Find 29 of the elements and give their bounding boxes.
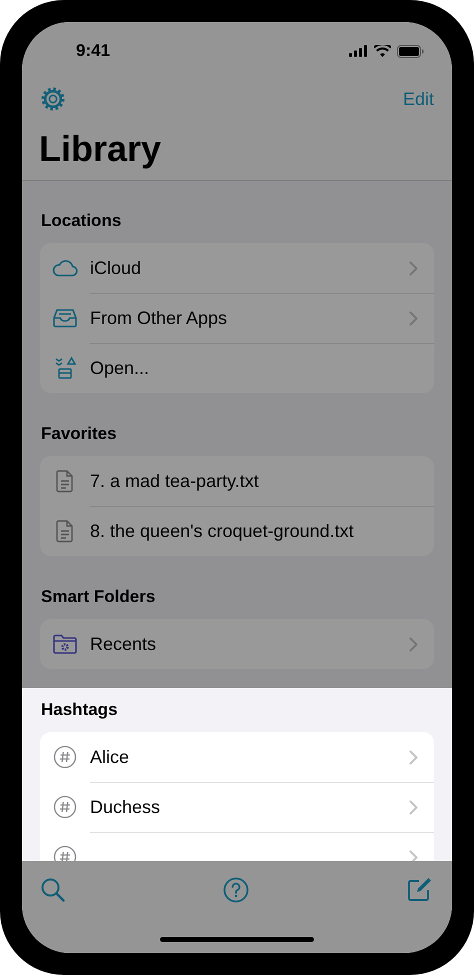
list-item[interactable]: 7. a mad tea-party.txt (90, 470, 259, 492)
list-item[interactable]: Open... (90, 358, 150, 379)
list-item[interactable]: Recents (90, 634, 156, 654)
status-time: 9:41 (76, 41, 110, 61)
folder-gear-icon (52, 633, 78, 655)
cloud-icon (52, 259, 78, 277)
hashtag-icon (53, 795, 77, 819)
wifi-icon (374, 45, 391, 57)
battery-icon (397, 44, 424, 58)
list-item[interactable]: 8. the queen's croquet-ground.txt (90, 521, 354, 542)
help-icon[interactable] (223, 877, 249, 903)
document-icon (55, 469, 75, 493)
settings-icon[interactable] (40, 86, 66, 112)
section-header: Hashtags (41, 700, 118, 720)
list-item[interactable]: iCloud (90, 258, 142, 278)
compose-icon[interactable] (406, 877, 432, 903)
storage-icons-drawing (53, 356, 77, 380)
section-header: Smart Folders (41, 587, 156, 607)
list-item[interactable]: Alice (90, 746, 130, 768)
hashtag-icon (53, 745, 77, 769)
document-icon (55, 519, 75, 543)
section-header: Favorites (41, 424, 117, 444)
page-title: Library (39, 128, 162, 170)
signal-icon (349, 45, 368, 57)
tray-icon (52, 308, 78, 328)
list-item[interactable]: Duchess (90, 797, 160, 818)
section-header: Locations (41, 211, 122, 231)
search-icon[interactable] (40, 877, 66, 903)
list-item[interactable]: From Other Apps (90, 308, 228, 329)
